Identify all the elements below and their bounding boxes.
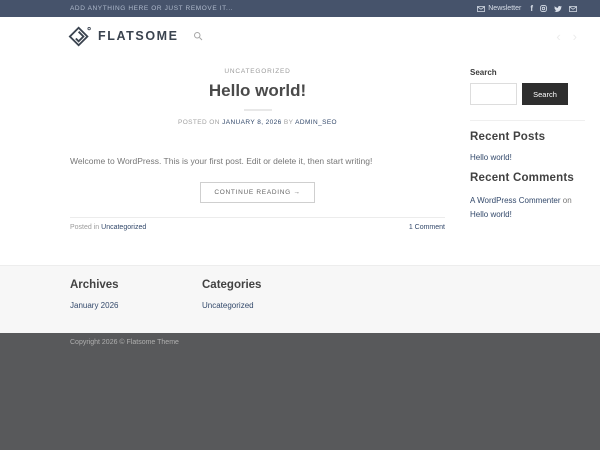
- archives-title: Archives: [70, 279, 202, 291]
- categories-widget: Categories Uncategorized: [202, 266, 334, 333]
- search-widget-title: Search: [470, 68, 585, 77]
- mail-icon[interactable]: [569, 6, 577, 12]
- footer-widgets: Archives January 2026 Categories Uncateg…: [0, 265, 600, 333]
- posted-in-category-link[interactable]: Uncategorized: [101, 224, 146, 231]
- post-article: UNCATEGORIZED Hello world! POSTED ON JAN…: [70, 55, 445, 265]
- facebook-icon[interactable]: f: [530, 4, 533, 13]
- logo-text: FLATSOME: [98, 29, 179, 43]
- archives-widget: Archives January 2026: [70, 266, 202, 333]
- continue-reading-button[interactable]: CONTINUE READING →: [200, 182, 314, 203]
- title-divider: [244, 109, 272, 111]
- post-excerpt: Welcome to WordPress. This is your first…: [70, 155, 445, 168]
- site-header: FLATSOME ‹ ›: [0, 17, 600, 55]
- widget-divider: [470, 120, 585, 121]
- category-link[interactable]: Uncategorized: [202, 301, 254, 310]
- copyright-text: Copyright 2026 © Flatsome Theme: [70, 339, 600, 346]
- main-content: UNCATEGORIZED Hello world! POSTED ON JAN…: [0, 55, 600, 265]
- post-date-link[interactable]: JANUARY 8, 2026: [222, 119, 282, 126]
- post-author-link[interactable]: ADMIN_SEO: [295, 119, 337, 126]
- topbar-right: Newsletter f: [477, 4, 577, 13]
- social-links: f: [530, 4, 577, 13]
- search-input[interactable]: [470, 83, 517, 105]
- page: ADD ANYTHING HERE OR JUST REMOVE IT... N…: [0, 0, 600, 450]
- site-logo[interactable]: FLATSOME: [68, 26, 179, 47]
- post-header: UNCATEGORIZED Hello world! POSTED ON JAN…: [70, 55, 445, 126]
- comment-post-link[interactable]: Hello world!: [470, 210, 512, 219]
- categories-title: Categories: [202, 279, 334, 291]
- next-arrow-icon[interactable]: ›: [573, 29, 577, 44]
- posted-in: Posted in Uncategorized: [70, 224, 146, 231]
- archive-link[interactable]: January 2026: [70, 301, 118, 310]
- flatsome-diamond-icon: [68, 26, 91, 47]
- recent-comment-item: A WordPress Commenter on Hello world!: [470, 194, 585, 223]
- search-widget: Search: [470, 83, 585, 105]
- recent-posts-title: Recent Posts: [470, 131, 585, 143]
- absolute-footer: Copyright 2026 © Flatsome Theme: [0, 333, 600, 450]
- comments-link[interactable]: 1 Comment: [409, 224, 445, 231]
- prev-arrow-icon[interactable]: ‹: [556, 29, 560, 44]
- header-nav-arrows: ‹ ›: [556, 29, 577, 44]
- topbar: ADD ANYTHING HERE OR JUST REMOVE IT... N…: [0, 0, 600, 17]
- topbar-promo-text: ADD ANYTHING HERE OR JUST REMOVE IT...: [70, 5, 233, 12]
- newsletter-link[interactable]: Newsletter: [477, 5, 521, 12]
- mail-icon: [477, 6, 485, 12]
- post-title: Hello world!: [70, 81, 445, 101]
- twitter-icon[interactable]: [554, 5, 562, 13]
- recent-comments-title: Recent Comments: [470, 172, 585, 184]
- search-icon[interactable]: [193, 31, 203, 41]
- post-category-link[interactable]: UNCATEGORIZED: [224, 68, 290, 75]
- posted-in-label: Posted in: [70, 224, 99, 231]
- by-label: BY: [284, 119, 293, 126]
- newsletter-label: Newsletter: [488, 5, 521, 12]
- posted-on-label: POSTED ON: [178, 119, 220, 126]
- post-footer: Posted in Uncategorized 1 Comment: [70, 217, 445, 231]
- sidebar: Search Search Recent Posts Hello world! …: [470, 55, 585, 265]
- continue-reading-row: CONTINUE READING →: [70, 181, 445, 203]
- search-button[interactable]: Search: [522, 83, 568, 105]
- comment-author-link[interactable]: A WordPress Commenter: [470, 196, 561, 205]
- instagram-icon[interactable]: [540, 5, 547, 12]
- post-meta: POSTED ON JANUARY 8, 2026 BY ADMIN_SEO: [70, 119, 445, 126]
- comment-on-label: on: [563, 196, 572, 205]
- recent-post-link[interactable]: Hello world!: [470, 153, 585, 162]
